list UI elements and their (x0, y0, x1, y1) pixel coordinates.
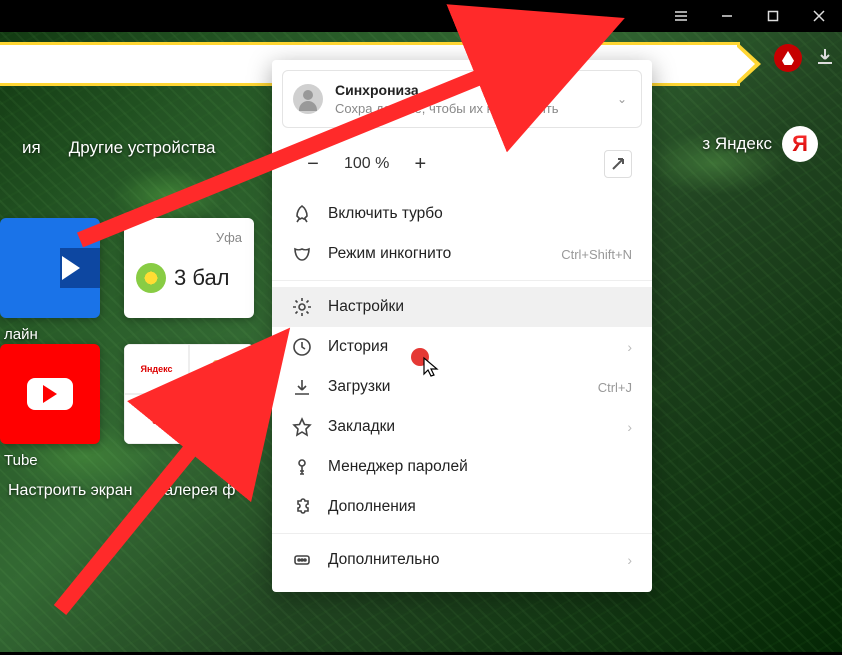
menu-label: История (328, 338, 611, 356)
tile-label-youtube: Tube (4, 452, 38, 469)
sync-text: Синхрониза Сохра данные, чтобы их не пот… (335, 81, 605, 117)
hamburger-menu-button[interactable] (658, 0, 704, 32)
menu-item-incognito[interactable]: Режим инкогнито Ctrl+Shift+N (272, 234, 652, 274)
zoom-out-button[interactable]: − (302, 153, 324, 176)
zoom-row: − 100 % + (272, 138, 652, 194)
weather-icon (136, 263, 166, 293)
sync-subtitle: Сохра данные, чтобы их не потерять (335, 100, 605, 118)
more-icon (292, 550, 312, 570)
menu-label: Загрузки (328, 378, 582, 396)
menu-label: Менеджер паролей (328, 458, 632, 476)
chevron-right-icon: › (627, 419, 632, 435)
fullscreen-button[interactable] (604, 150, 632, 178)
cursor-icon (422, 356, 442, 385)
menu-item-passwords[interactable]: Менеджер паролей (272, 447, 652, 487)
key-icon (292, 457, 312, 477)
downloads-icon[interactable] (816, 47, 834, 70)
puzzle-icon (292, 497, 312, 517)
weather-city: Уфа (136, 230, 242, 245)
zoom-value: 100 % (344, 155, 389, 173)
configure-screen-link[interactable]: Настроить экран (8, 482, 132, 500)
minimize-button[interactable] (704, 0, 750, 32)
avatar-icon (293, 84, 323, 114)
rocket-icon (292, 204, 312, 224)
menu-item-more[interactable]: Дополнительно › (272, 540, 652, 580)
weather-text: 3 бал (174, 265, 230, 291)
menu-label: Дополнительно (328, 551, 611, 569)
bottom-actions: Настроить экран Галерея ф (8, 482, 235, 500)
menu-item-downloads[interactable]: Загрузки Ctrl+J (272, 367, 652, 407)
menu-separator (272, 280, 652, 281)
mask-icon (292, 244, 312, 264)
tile-weather[interactable]: Уфа 3 бал (124, 218, 254, 318)
menu-label: Закладки (328, 418, 611, 436)
menu-item-extensions[interactable]: Дополнения (272, 487, 652, 527)
tile-blue[interactable] (0, 218, 100, 318)
chevron-right-icon: › (627, 339, 632, 355)
menu-label: Дополнения (328, 498, 632, 516)
sync-card[interactable]: Синхрониза Сохра данные, чтобы их не пот… (282, 70, 642, 128)
gallery-link[interactable]: Галерея ф (156, 482, 235, 500)
menu-shortcut: Ctrl+Shift+N (561, 247, 632, 262)
tile-folder[interactable]: Яндекс ✿ (124, 344, 254, 444)
download-icon (292, 377, 312, 397)
zoom-in-button[interactable]: + (409, 153, 431, 176)
close-button[interactable] (796, 0, 842, 32)
menu-item-bookmarks[interactable]: Закладки › (272, 407, 652, 447)
tile-label-online: лайн (4, 326, 38, 343)
star-icon (292, 417, 312, 437)
nav-item-other-devices[interactable]: Другие устройства (55, 132, 230, 164)
menu-item-history[interactable]: История › (272, 327, 652, 367)
menu-item-settings[interactable]: Настройки (272, 287, 652, 327)
menu-shortcut: Ctrl+J (598, 380, 632, 395)
clock-icon (292, 337, 312, 357)
adblock-icon[interactable] (774, 44, 802, 72)
menu-label: Включить турбо (328, 205, 632, 223)
chevron-right-icon: › (627, 552, 632, 568)
menu-separator (272, 533, 652, 534)
menu-item-turbo[interactable]: Включить турбо (272, 194, 652, 234)
yandex-link-fragment[interactable]: з Яндекс (702, 134, 772, 154)
yandex-logo-icon[interactable]: Я (782, 126, 818, 162)
maximize-button[interactable] (750, 0, 796, 32)
chevron-down-icon: ⌄ (617, 92, 627, 106)
menu-label: Режим инкогнито (328, 245, 545, 263)
sync-title: Синхрониза (335, 81, 605, 100)
gear-icon (292, 297, 312, 317)
nav-item-left-fragment[interactable]: ия (8, 132, 55, 164)
main-menu-dropdown: Синхрониза Сохра данные, чтобы их не пот… (272, 60, 652, 592)
menu-label: Настройки (328, 298, 632, 316)
window-titlebar (0, 0, 842, 32)
tile-youtube[interactable] (0, 344, 100, 444)
